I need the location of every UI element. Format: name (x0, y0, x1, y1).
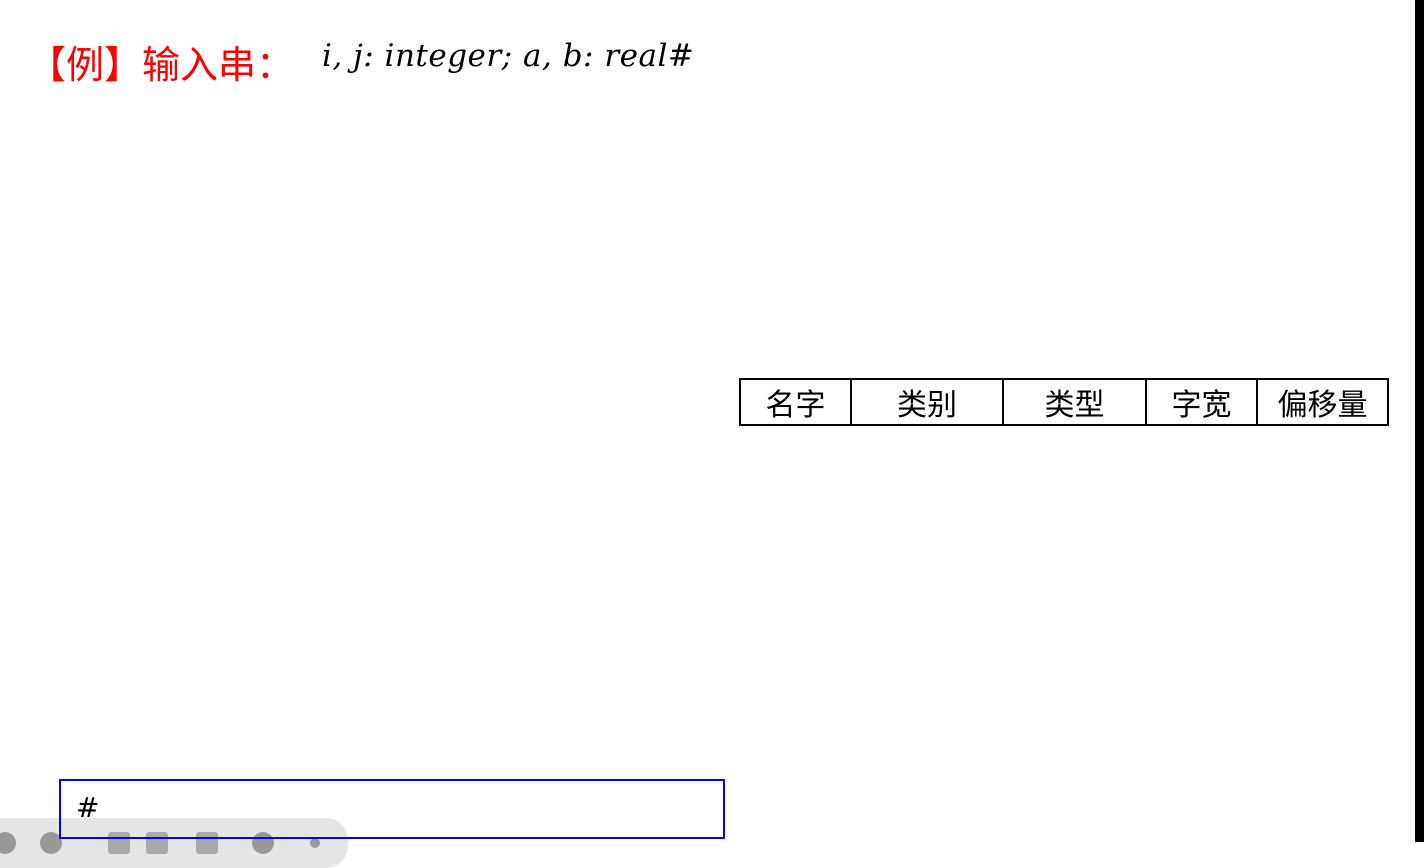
header-offset: 偏移量 (1256, 378, 1389, 426)
header-type: 类型 (1002, 378, 1147, 426)
header-name: 名字 (739, 378, 852, 426)
previous-icon[interactable] (0, 832, 16, 854)
more-icon[interactable] (310, 838, 320, 848)
input-string-formula: i, j: integer; a, b: real# (322, 38, 695, 74)
remaining-input-box: # (59, 779, 725, 839)
window-edge-bar (1415, 0, 1424, 842)
table-header-row: 名字 类别 类型 字宽 偏移量 (739, 378, 1389, 426)
slide-title: 【例】输入串： (28, 43, 295, 87)
symbol-table: 名字 类别 类型 字宽 偏移量 (739, 378, 1389, 426)
remaining-input-text: # (76, 791, 100, 824)
header-width: 字宽 (1145, 378, 1258, 426)
header-category: 类别 (850, 378, 1004, 426)
